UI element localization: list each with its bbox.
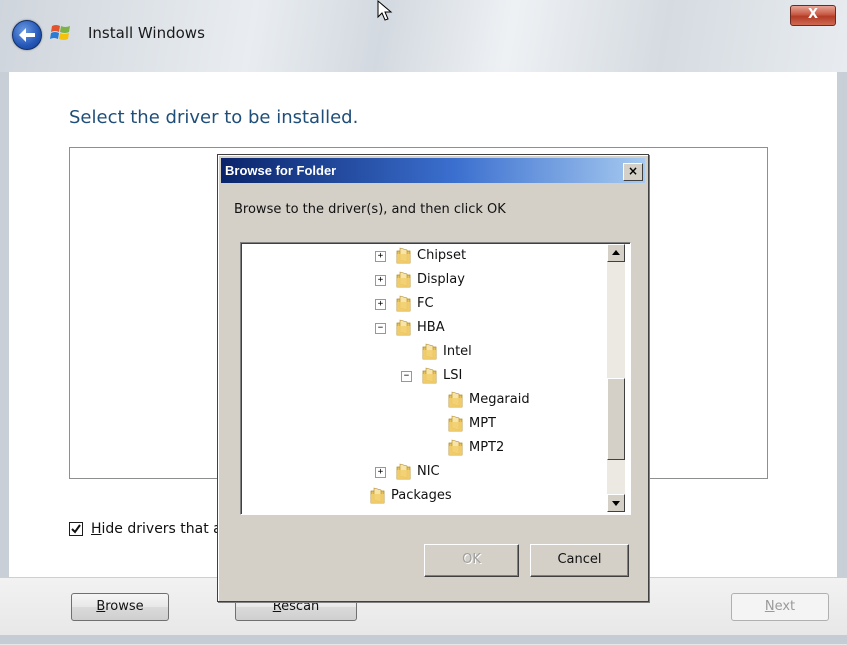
tree-item[interactable]: + Chipset [241,246,601,266]
scroll-thumb[interactable] [607,378,625,460]
folder-icon [370,487,385,504]
tree-scrollbar[interactable] [607,244,625,512]
next-button[interactable]: Next [731,593,829,621]
title-bar: Install Windows X [0,0,847,72]
dialog-instruction: Browse to the driver(s), and then click … [234,202,506,217]
window-title: Install Windows [88,24,205,42]
scroll-up-button[interactable] [607,244,625,262]
browse-button[interactable]: Browse [71,593,169,621]
tree-item-label: Packages [391,488,452,503]
expand-icon[interactable]: + [375,299,386,310]
hide-drivers-label: Hide drivers that a [91,521,222,537]
expand-icon[interactable]: + [375,275,386,286]
cancel-button[interactable]: Cancel [530,544,629,577]
folder-icon [448,439,463,456]
page-heading: Select the driver to be installed. [69,107,359,128]
tree-item-label: MPT [469,416,496,431]
folder-tree[interactable]: + Chipset + Display + FC − HBA Intel − LSI Megaraid… [240,242,631,515]
tree-item-label: Chipset [417,248,467,263]
tree-item-label: LSI [443,368,463,383]
scroll-down-button[interactable] [607,494,625,512]
folder-icon [396,295,411,312]
mouse-cursor-icon [377,0,393,21]
tree-item-label: Megaraid [469,392,530,407]
tree-item[interactable]: − HBA [241,318,601,338]
dialog-close-button[interactable]: × [623,163,643,181]
tree-item[interactable]: MPT2 [241,438,601,458]
tree-item-label: HBA [417,320,445,335]
folder-icon [448,415,463,432]
windows-logo-icon [50,25,70,40]
tree-item-label: NIC [417,464,440,479]
expand-icon[interactable]: + [375,467,386,478]
arrow-up-icon [612,250,620,255]
tree-item[interactable]: + FC [241,294,601,314]
back-button[interactable] [12,20,42,50]
tree-item-label: Intel [443,344,472,359]
folder-icon [396,247,411,264]
hide-drivers-checkbox[interactable] [69,522,83,536]
collapse-icon[interactable]: − [401,371,412,382]
tree-item[interactable]: + Display [241,270,601,290]
window-close-button[interactable]: X [790,5,836,26]
tree-item[interactable]: − LSI [241,366,601,386]
window-bottom-edge [0,635,847,644]
hide-drivers-option[interactable]: Hide drivers that a [69,521,222,537]
arrow-down-icon [612,501,620,506]
tree-item[interactable]: Packages [241,486,601,506]
folder-icon [396,271,411,288]
ok-button[interactable]: OK [424,544,519,577]
tree-item-label: Display [417,272,465,287]
tree-item[interactable]: MPT [241,414,601,434]
browse-for-folder-dialog: Browse for Folder × Browse to the driver… [217,154,649,602]
tree-item[interactable]: Intel [241,342,601,362]
expand-icon[interactable]: + [375,251,386,262]
folder-icon [422,367,437,384]
folder-icon [422,343,437,360]
dialog-title-bar: Browse for Folder × [221,158,645,183]
back-arrow-icon [19,28,35,42]
folder-icon [396,463,411,480]
tree-item-label: FC [417,296,434,311]
tree-item[interactable]: + NIC [241,462,601,482]
folder-icon [396,319,411,336]
dialog-title: Browse for Folder [225,163,337,178]
check-icon [71,524,81,534]
collapse-icon[interactable]: − [375,323,386,334]
tree-item-label: MPT2 [469,440,505,455]
tree-item[interactable]: Megaraid [241,390,601,410]
folder-icon [448,391,463,408]
